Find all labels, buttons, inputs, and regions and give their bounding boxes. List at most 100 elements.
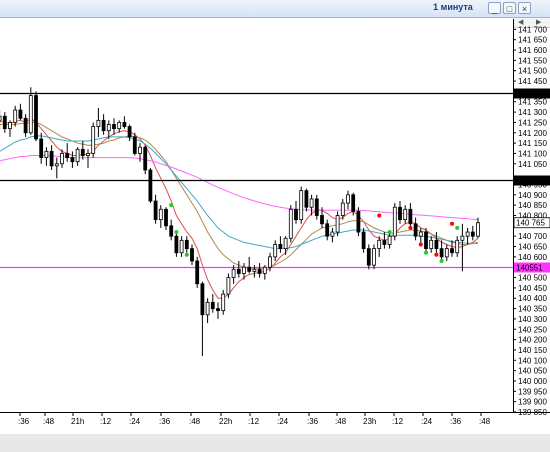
candle-body <box>101 119 106 132</box>
candle-body <box>252 268 257 272</box>
y-tick-label: 140 900 <box>518 191 547 200</box>
y-tick-label: 140 100 <box>518 356 547 365</box>
signal-dot <box>408 225 413 230</box>
candle-body <box>372 248 376 266</box>
y-tick-label: 141 700 <box>518 25 547 34</box>
y-tick-label: 140 400 <box>518 294 547 303</box>
level-price-label: 140551 <box>516 264 543 273</box>
candle-body <box>132 136 137 154</box>
y-tick-label: 141 500 <box>518 67 547 76</box>
candle-body <box>450 248 454 254</box>
level-price-label: 141392 <box>516 90 543 99</box>
y-tick-label: 141 450 <box>518 77 547 86</box>
x-tick-label: :48 <box>335 417 347 426</box>
candle-body <box>75 148 80 163</box>
y-tick-label: 141 650 <box>518 36 547 45</box>
signal-dot <box>450 221 454 226</box>
candle-body <box>210 301 215 309</box>
candle-body <box>351 194 356 212</box>
candle-body <box>49 150 54 167</box>
candle-body <box>476 222 480 237</box>
candle-body <box>460 235 465 241</box>
signal-dot <box>424 250 428 255</box>
candle-body <box>340 202 345 216</box>
candle-body <box>70 157 75 163</box>
x-tick-label: :24 <box>277 417 289 426</box>
y-tick-label: 139 900 <box>518 398 547 407</box>
signal-dot <box>169 203 174 208</box>
signal-dot <box>439 259 444 264</box>
candle-body <box>44 150 49 158</box>
y-tick-label: 140 300 <box>518 315 547 324</box>
candle-body <box>106 124 111 132</box>
candle-body <box>18 109 23 119</box>
candle-body <box>361 231 366 249</box>
candle-body <box>418 231 423 237</box>
candle-body <box>138 146 142 154</box>
candle-body <box>112 124 116 130</box>
candle-body <box>377 239 382 249</box>
candle-body <box>236 268 241 274</box>
candle-body <box>335 215 340 233</box>
level-price-label: 140970 <box>516 177 543 186</box>
candle-body <box>148 169 153 202</box>
y-tick-label: 141 600 <box>518 46 547 55</box>
candle-body <box>80 148 85 156</box>
y-tick-label: 141 050 <box>518 160 547 169</box>
y-tick-label: 141 200 <box>518 129 547 138</box>
x-tick-label: :24 <box>421 417 433 426</box>
candle-body <box>0 115 2 121</box>
x-tick-label: 23h <box>363 417 376 426</box>
candle-body <box>127 126 132 138</box>
candle-body <box>304 190 309 208</box>
horizontal-scrollbar <box>0 434 550 452</box>
x-tick-label: :36 <box>159 417 171 426</box>
candle-body <box>273 244 278 258</box>
signal-dot <box>455 225 460 230</box>
candle-body <box>429 239 434 249</box>
candle-body <box>205 301 210 316</box>
candle-body <box>320 215 324 225</box>
y-tick-label: 140 700 <box>518 232 547 241</box>
candle-body <box>408 208 413 225</box>
candle-body <box>434 239 439 249</box>
candle-body <box>465 231 470 237</box>
candle-body <box>257 268 262 274</box>
candle-body <box>179 239 184 254</box>
signal-dot <box>377 213 382 218</box>
candle-body <box>34 95 38 140</box>
y-tick-label: 139 850 <box>518 408 547 417</box>
candle-body <box>169 225 174 237</box>
x-tick-label: 21h <box>71 417 84 426</box>
candle-body <box>60 153 64 165</box>
candle-body <box>398 206 402 221</box>
candle-body <box>231 268 236 278</box>
candle-body <box>96 119 101 127</box>
candle-body <box>226 277 231 295</box>
signal-dot <box>184 252 189 257</box>
x-tick-label: :12 <box>100 417 112 426</box>
y-tick-label: 141 100 <box>518 149 547 158</box>
candle-body <box>2 115 7 130</box>
candle-body <box>325 223 330 237</box>
candle-body <box>392 206 397 237</box>
x-tick-label: :12 <box>392 417 404 426</box>
y-tick-label: 140 000 <box>518 377 547 386</box>
candle-body <box>184 239 189 249</box>
candle-body <box>190 248 194 262</box>
candle-body <box>153 200 158 221</box>
y-tick-label: 140 450 <box>518 284 547 293</box>
candle-body <box>122 122 127 127</box>
candle-body <box>65 153 70 158</box>
x-tick-label: :36 <box>450 417 462 426</box>
y-tick-label: 140 050 <box>518 367 547 376</box>
x-tick-label: :48 <box>479 417 491 426</box>
y-tick-label: 140 250 <box>518 325 547 334</box>
x-tick-label: 22h <box>219 417 232 426</box>
price-chart[interactable]: 141 700141 650141 600141 550141 500141 4… <box>0 0 550 452</box>
candle-body <box>268 256 272 268</box>
candle-body <box>28 95 33 134</box>
y-tick-label: 140 350 <box>518 305 547 314</box>
x-tick-label: :48 <box>43 417 55 426</box>
candle-body <box>242 266 246 274</box>
